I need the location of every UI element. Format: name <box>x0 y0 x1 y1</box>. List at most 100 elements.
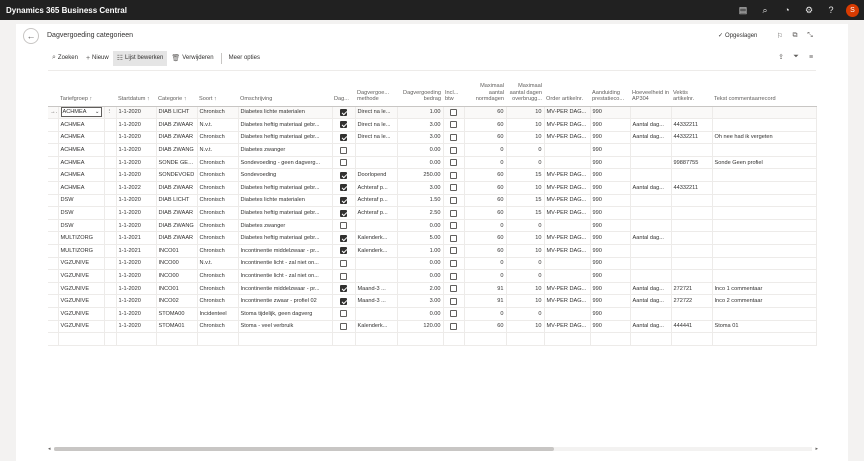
cell-hoeveelheid[interactable]: Aantal dag... <box>630 118 672 132</box>
cell-max-overbrugging[interactable]: 10 <box>506 320 545 334</box>
cell-vektis[interactable] <box>671 244 713 258</box>
cell-aanduiding[interactable]: 990 <box>590 244 631 258</box>
cell-startdatum[interactable]: 1-1-2020 <box>116 106 157 120</box>
cell-methode[interactable]: Kalenderk... <box>355 244 398 258</box>
scroll-left-icon[interactable]: ◂ <box>48 446 51 452</box>
cell-omschrijving[interactable]: Incontinentie middelzwaar - pr... <box>238 282 333 296</box>
empty-cell[interactable] <box>197 332 239 346</box>
col-header-dag[interactable]: Dag... <box>332 71 355 107</box>
cell-categorie[interactable]: INCO00 <box>156 269 198 283</box>
row-actions-cell[interactable] <box>104 269 117 283</box>
cell-startdatum[interactable]: 1-1-2020 <box>116 131 157 145</box>
cell-max-normdagen[interactable]: 0 <box>464 307 507 321</box>
cell-max-normdagen[interactable]: 60 <box>464 118 507 132</box>
cell-bedrag[interactable]: 0.00 <box>397 257 444 271</box>
col-header-tekst[interactable]: Tekst commentaarrecord <box>712 71 816 107</box>
cell-max-overbrugging[interactable]: 0 <box>506 143 545 157</box>
cell-methode[interactable] <box>355 307 398 321</box>
cell-vektis[interactable]: 444441 <box>671 320 713 334</box>
cell-soort[interactable]: Chronisch <box>197 320 239 334</box>
cell-hoeveelheid[interactable]: Aantal dag... <box>630 231 672 246</box>
cell-incl-btw[interactable] <box>443 307 465 321</box>
cell-hoeveelheid[interactable] <box>630 219 672 233</box>
cell-dag[interactable] <box>332 206 356 220</box>
cell-incl-btw[interactable] <box>443 181 465 195</box>
col-header-max-normdagen[interactable]: Maximaal aantal normdagen <box>464 71 506 107</box>
cell-methode[interactable]: Achteraf p... <box>355 194 398 208</box>
cell-order-artikelnr[interactable]: MV-PER DAG... <box>544 282 591 296</box>
checkbox[interactable] <box>450 159 457 167</box>
cell-startdatum[interactable]: 1-1-2021 <box>116 244 157 258</box>
cell-startdatum[interactable]: 1-1-2020 <box>116 168 157 183</box>
cell-hoeveelheid[interactable] <box>630 106 672 120</box>
cell-aanduiding[interactable]: 990 <box>590 131 631 145</box>
cell-tekst[interactable] <box>712 194 817 208</box>
cell-omschrijving[interactable]: Diabetes zwanger <box>238 143 333 157</box>
cell-tekst[interactable] <box>712 181 817 195</box>
checkbox[interactable] <box>450 171 457 179</box>
cell-soort[interactable]: Chronisch <box>197 269 239 283</box>
cell-tekst[interactable] <box>712 307 817 321</box>
cell-startdatum[interactable]: 1-1-2020 <box>116 118 157 132</box>
cell-aanduiding[interactable]: 990 <box>590 219 631 233</box>
cell-tariefgroep[interactable]: ACHMEA <box>58 156 105 170</box>
row-actions-cell[interactable] <box>104 194 117 208</box>
table-row[interactable]: DSW 1-1-2020 DIAB LICHT Chronisch Diabetes l… <box>48 194 817 208</box>
cell-tekst[interactable] <box>712 118 817 132</box>
empty-cell[interactable] <box>48 332 59 346</box>
cell-max-overbrugging[interactable]: 10 <box>506 181 545 195</box>
cell-bedrag[interactable]: 0.00 <box>397 219 444 233</box>
cell-max-overbrugging[interactable]: 0 <box>506 156 545 170</box>
cell-incl-btw[interactable] <box>443 131 465 145</box>
cell-max-normdagen[interactable]: 60 <box>464 231 507 246</box>
help-icon[interactable]: ? <box>820 0 842 20</box>
row-actions-cell[interactable] <box>104 257 117 271</box>
cell-vektis[interactable] <box>671 257 713 271</box>
cell-categorie[interactable]: INCO01 <box>156 282 198 296</box>
empty-cell[interactable] <box>712 332 817 346</box>
checkbox[interactable] <box>340 310 347 318</box>
empty-cell[interactable] <box>590 332 631 346</box>
cell-max-normdagen[interactable]: 91 <box>464 282 507 296</box>
checkbox[interactable] <box>340 234 347 242</box>
cell-aanduiding[interactable]: 990 <box>590 206 631 220</box>
cell-hoeveelheid[interactable]: Aantal dag... <box>630 181 672 195</box>
cell-methode[interactable]: Maand-3 ... <box>355 282 398 296</box>
cell-bedrag[interactable]: 2.00 <box>397 282 444 296</box>
cell-dag[interactable] <box>332 282 356 296</box>
cell-aanduiding[interactable]: 990 <box>590 231 631 246</box>
cell-soort[interactable]: Chronisch <box>197 231 239 246</box>
checkbox[interactable] <box>450 259 457 267</box>
cell-omschrijving[interactable]: Incontinentie middelzwaar - pr... <box>238 244 333 258</box>
table-row[interactable]: ACHMEA 1-1-2020 DIAB ZWANG N.v.t. Diabetes z… <box>48 143 817 157</box>
cell-tariefgroep[interactable]: DSW <box>58 194 105 208</box>
cell-tekst[interactable] <box>712 168 817 183</box>
cell-max-overbrugging[interactable]: 10 <box>506 244 545 258</box>
cell-max-normdagen[interactable]: 60 <box>464 206 507 220</box>
checkbox[interactable] <box>450 322 457 330</box>
cell-max-normdagen[interactable]: 60 <box>464 131 507 145</box>
checkbox[interactable] <box>340 196 347 204</box>
cell-order-artikelnr[interactable]: MV-PER DAG... <box>544 244 591 258</box>
cell-aanduiding[interactable]: 990 <box>590 143 631 157</box>
cell-max-normdagen[interactable]: 0 <box>464 269 507 283</box>
cell-vektis[interactable]: 44332211 <box>671 181 713 195</box>
scroll-right-icon[interactable]: ▸ <box>815 446 818 452</box>
gear-icon[interactable]: ⚙ <box>798 0 820 20</box>
checkbox[interactable] <box>450 121 457 129</box>
cell-omschrijving[interactable]: Stoma - veel verbruik <box>238 320 333 334</box>
row-actions-cell[interactable] <box>104 118 117 132</box>
cell-soort[interactable]: Chronisch <box>197 181 239 195</box>
cell-max-normdagen[interactable]: 0 <box>464 257 507 271</box>
tariefgroep-lookup-field[interactable]: ACHMEA ⌄ <box>60 107 102 118</box>
checkbox[interactable] <box>340 108 347 116</box>
cell-categorie[interactable]: SONDEVOED <box>156 168 198 183</box>
cell-categorie[interactable]: INCO00 <box>156 257 198 271</box>
cell-soort[interactable]: Chronisch <box>197 206 239 220</box>
cell-tekst[interactable] <box>712 106 817 120</box>
cell-categorie[interactable]: STOMA00 <box>156 307 198 321</box>
cell-soort[interactable]: Chronisch <box>197 106 239 120</box>
cell-categorie[interactable]: INCO02 <box>156 294 198 308</box>
table-row[interactable]: ACHMEA 1-1-2020 DIAB ZWAAR N.v.t. Diabetes h… <box>48 118 817 132</box>
cell-hoeveelheid[interactable] <box>630 143 672 157</box>
